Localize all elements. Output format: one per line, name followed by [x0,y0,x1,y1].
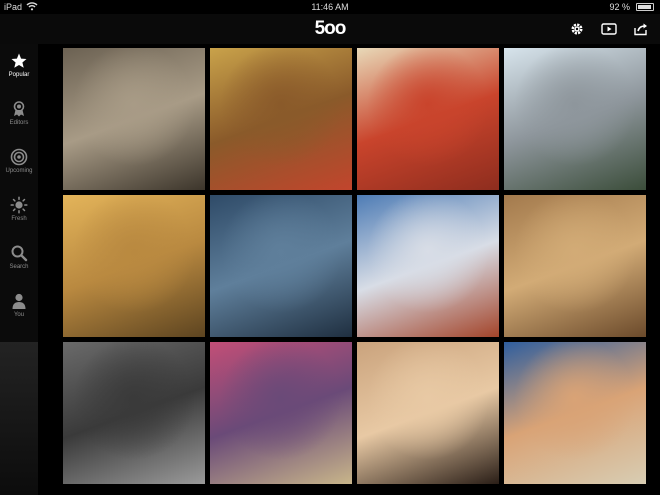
sidebar-item-label: Fresh [11,216,27,222]
photo-tile[interactable] [63,195,205,337]
sidebar-item-you[interactable]: You [0,288,38,334]
sidebar-item-upcoming[interactable]: Upcoming [0,144,38,190]
photo-tile[interactable] [504,342,646,484]
ribbon-icon [13,101,25,117]
battery-icon [636,3,654,11]
search-icon [11,245,28,262]
sidebar-item-fresh[interactable]: Fresh [0,192,38,238]
sidebar-background-photo [0,342,38,495]
sidebar-item-popular[interactable]: Popular [0,48,38,94]
app-logo[interactable]: 5oo [0,18,660,40]
photo-tile[interactable] [210,195,352,337]
photo-tile[interactable] [357,342,499,484]
gear-icon[interactable] [568,20,586,38]
photo-tile[interactable] [357,195,499,337]
sidebar-item-search[interactable]: Search [0,240,38,286]
photo-tile[interactable] [357,48,499,190]
photo-tile[interactable] [63,342,205,484]
top-navbar: 5oo [0,14,660,44]
photo-tile[interactable] [63,48,205,190]
star-icon [11,53,27,68]
target-icon [10,148,28,166]
person-icon [12,293,26,309]
sidebar-item-label: Search [9,264,29,270]
battery-percent: 92 % [609,2,630,12]
photo-tile[interactable] [210,342,352,484]
sidebar-item-editors[interactable]: Editors [0,96,38,142]
sidebar-item-label: Popular [8,72,30,78]
sidebar-item-label: Upcoming [5,168,33,174]
photo-tile[interactable] [504,48,646,190]
sidebar-item-label: Editors [9,120,29,126]
photo-tile[interactable] [210,48,352,190]
status-bar: iPad 11:46 AM 92 % [0,0,660,14]
slideshow-icon[interactable] [600,20,618,38]
sun-icon [10,196,28,214]
share-icon[interactable] [632,20,650,38]
clock: 11:46 AM [311,2,349,12]
sidebar: Popular Editors Upcoming Fresh Search Yo… [0,44,38,495]
photo-tile[interactable] [504,195,646,337]
sidebar-item-label: You [13,312,25,318]
